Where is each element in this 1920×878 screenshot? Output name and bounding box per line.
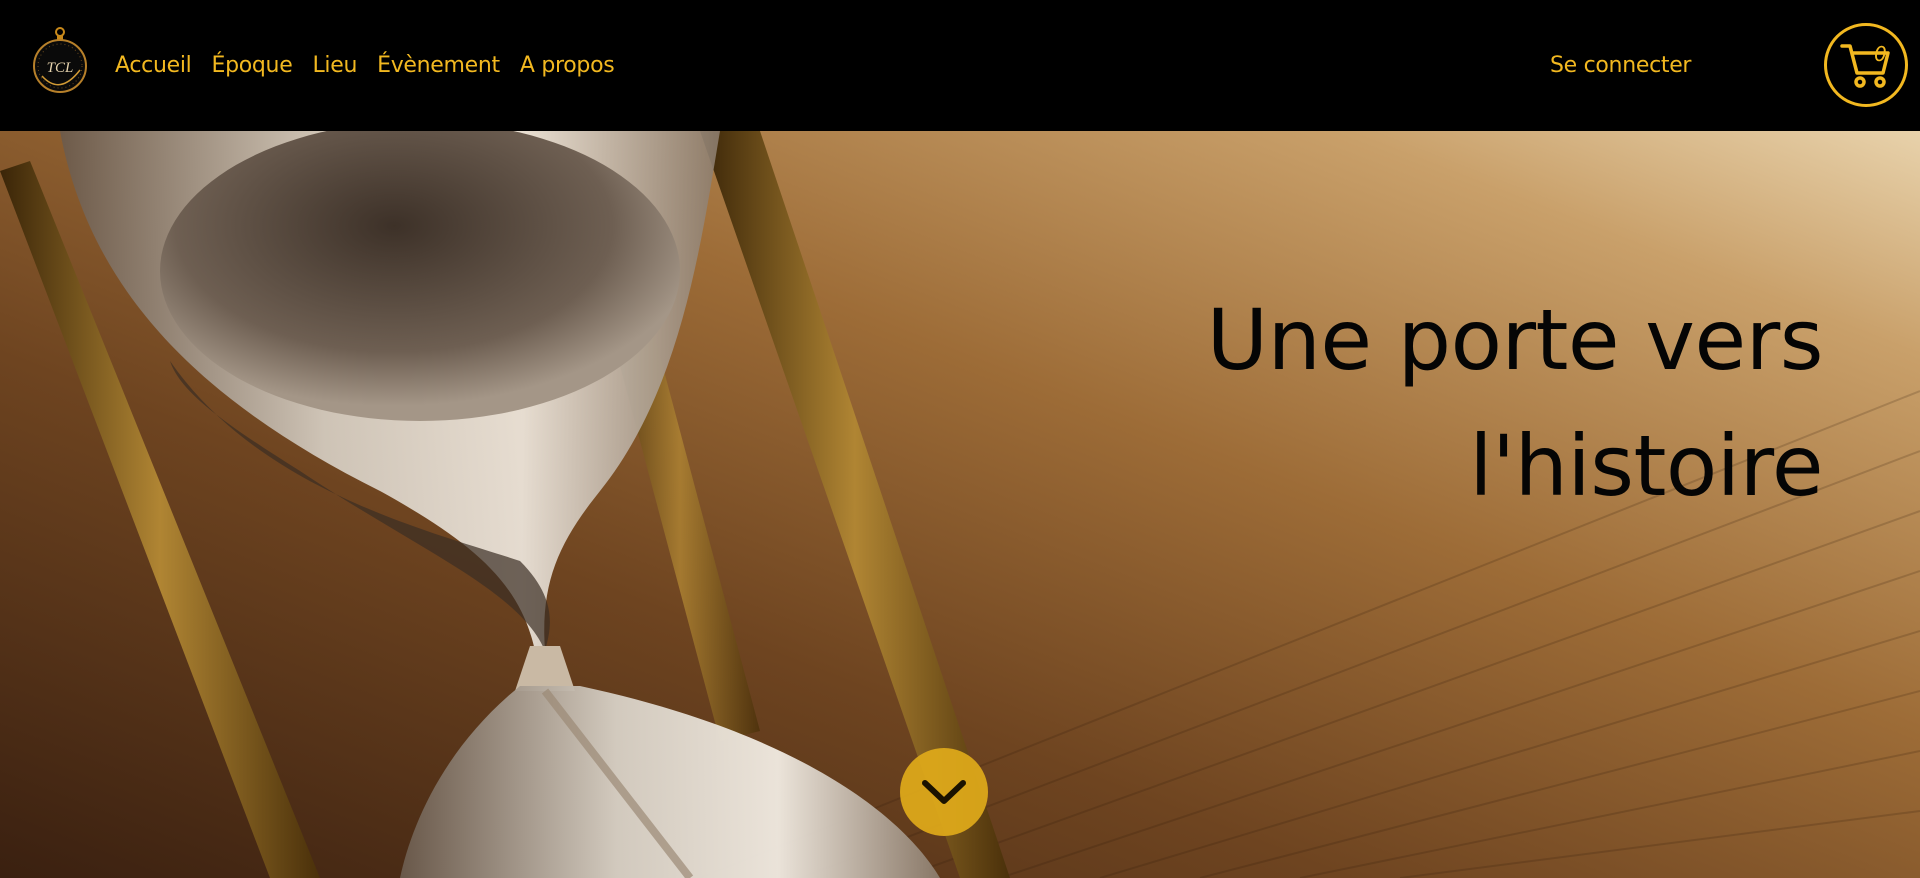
scroll-down-button[interactable]: [900, 748, 988, 836]
cart-button[interactable]: 0: [1824, 23, 1908, 107]
hero-title-line-2: l'histoire: [1469, 417, 1823, 516]
nav-link-a-propos[interactable]: A propos: [520, 53, 615, 78]
main-navigation: Accueil Époque Lieu Évènement A propos: [115, 0, 615, 131]
chevron-down-icon: [922, 780, 966, 804]
svg-text:TCL: TCL: [47, 60, 74, 76]
hero-banner: Une porte vers l'histoire: [0, 131, 1920, 878]
nav-link-accueil[interactable]: Accueil: [115, 53, 192, 78]
login-link[interactable]: Se connecter: [1550, 0, 1691, 131]
cart-count-badge: 0: [1874, 42, 1887, 66]
nav-link-lieu[interactable]: Lieu: [312, 53, 357, 78]
top-navbar: TCL Accueil Époque Lieu Évènement A prop…: [0, 0, 1920, 131]
hero-title: Une porte vers l'histoire: [1206, 277, 1824, 529]
pocket-watch-logo-icon[interactable]: TCL: [32, 26, 88, 94]
hero-title-line-1: Une porte vers: [1206, 291, 1824, 390]
nav-link-epoque[interactable]: Époque: [211, 53, 292, 78]
nav-link-evenement[interactable]: Évènement: [377, 53, 500, 78]
